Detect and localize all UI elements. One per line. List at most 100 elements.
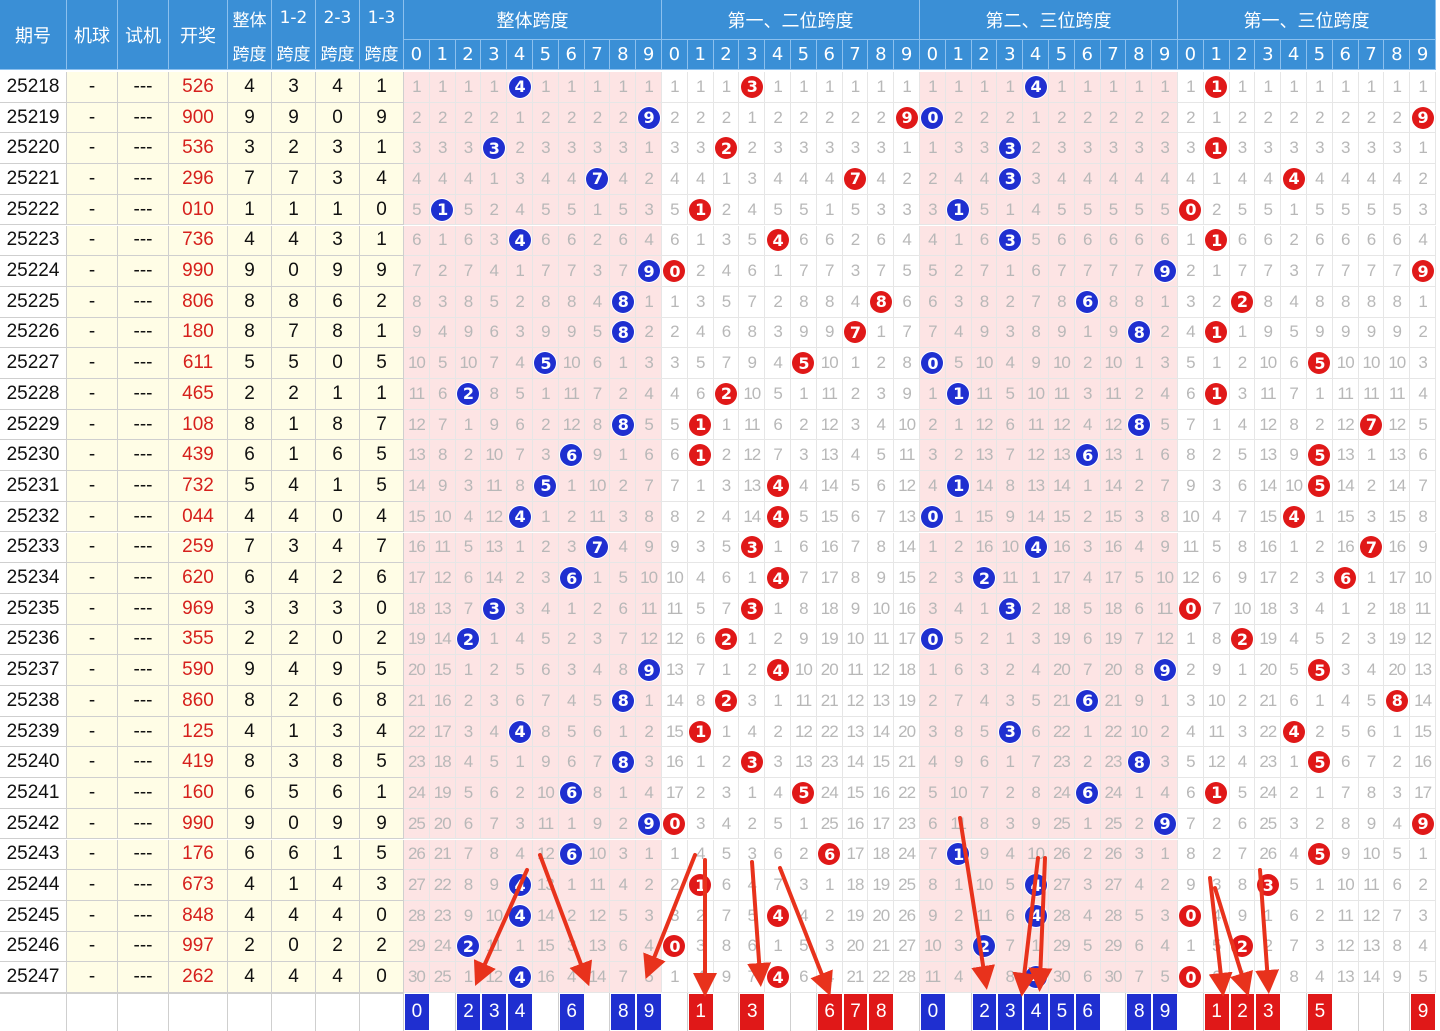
stat-blank-cell <box>429 993 456 1031</box>
digit-header[interactable]: 8 <box>1384 40 1411 70</box>
digit-header[interactable]: 6 <box>558 40 585 70</box>
header-span_13-bottom[interactable]: 跨度 <box>360 36 404 70</box>
hit-cell: 3 <box>481 593 508 625</box>
header-span_all-bottom[interactable]: 跨度 <box>228 36 272 70</box>
miss-count-cell: 1 <box>713 72 740 103</box>
header-span_23-top[interactable]: 2-3 <box>316 0 360 36</box>
digit-header[interactable]: 7 <box>1100 40 1127 70</box>
miss-count-cell: 5 <box>584 686 611 717</box>
miss-count-cell: 19 <box>842 900 869 932</box>
miss-count-cell: 22 <box>894 778 920 809</box>
miss-count-cell: 9 <box>455 317 482 349</box>
digit-header[interactable]: 4 <box>507 40 533 70</box>
digit-header[interactable]: 4 <box>765 40 791 70</box>
digit-header[interactable]: 6 <box>1074 40 1101 70</box>
row-span-value: 4 <box>228 900 272 932</box>
header-span_23-bottom[interactable]: 跨度 <box>316 36 360 70</box>
digit-header[interactable]: 1 <box>1203 40 1230 70</box>
stat-highlight-cell: 2 <box>1230 994 1255 1030</box>
row-span-value: 7 <box>228 164 272 195</box>
hit-ball: 1 <box>431 198 454 221</box>
digit-header[interactable]: 0 <box>662 40 688 70</box>
miss-count-cell: 2 <box>1203 839 1230 871</box>
digit-header[interactable]: 1 <box>687 40 714 70</box>
miss-count-cell: 15 <box>429 655 456 686</box>
miss-count-cell: 3 <box>1332 133 1359 165</box>
digit-header[interactable]: 0 <box>404 40 430 70</box>
digit-header[interactable]: 0 <box>920 40 946 70</box>
digit-header[interactable]: 9 <box>1152 40 1178 70</box>
miss-count-cell: 7 <box>1229 501 1256 533</box>
digit-header[interactable]: 0 <box>1178 40 1204 70</box>
hit-ball: 6 <box>1076 689 1099 712</box>
miss-count-cell: 14 <box>533 900 559 932</box>
miss-count-cell: 2 <box>1410 164 1436 195</box>
header-span_12-top[interactable]: 1-2 <box>272 0 316 36</box>
row-span-value: 1 <box>360 133 404 165</box>
header-machine[interactable]: 机球 <box>67 0 118 70</box>
group-title[interactable]: 第一、二位跨度 <box>662 0 920 40</box>
digit-header[interactable]: 7 <box>584 40 611 70</box>
miss-count-cell: 1 <box>997 256 1024 287</box>
miss-count-cell: 4 <box>1358 164 1385 195</box>
miss-count-cell: 2 <box>662 317 688 349</box>
digit-header[interactable]: 6 <box>816 40 843 70</box>
digit-header[interactable]: 5 <box>1049 40 1075 70</box>
digit-header[interactable]: 8 <box>1126 40 1153 70</box>
miss-count-cell: 8 <box>1178 440 1204 472</box>
digit-header[interactable]: 2 <box>1229 40 1256 70</box>
miss-count-cell: 5 <box>533 194 559 226</box>
digit-header[interactable]: 5 <box>1307 40 1333 70</box>
miss-count-cell: 1 <box>687 72 714 103</box>
group-title[interactable]: 第一、三位跨度 <box>1178 0 1436 40</box>
miss-count-cell: 4 <box>1281 839 1307 871</box>
row-trial: --- <box>118 286 169 318</box>
miss-count-cell: 6 <box>558 225 585 257</box>
group-title[interactable]: 第二、三位跨度 <box>920 0 1178 40</box>
row-span-value: 2 <box>228 931 272 963</box>
header-issue[interactable]: 期号 <box>0 0 67 70</box>
miss-count-cell: 3 <box>713 778 740 809</box>
digit-header[interactable]: 9 <box>894 40 920 70</box>
digit-header[interactable]: 7 <box>842 40 869 70</box>
header-span_13-top[interactable]: 1-3 <box>360 0 404 36</box>
digit-header[interactable]: 5 <box>791 40 817 70</box>
digit-header[interactable]: 2 <box>713 40 740 70</box>
digit-header[interactable]: 6 <box>1332 40 1359 70</box>
digit-header[interactable]: 8 <box>868 40 895 70</box>
header-span_12-bottom[interactable]: 跨度 <box>272 36 316 70</box>
hit-ball: 3 <box>998 720 1021 743</box>
digit-header[interactable]: 2 <box>971 40 998 70</box>
hit-ball: 0 <box>1179 966 1202 989</box>
digit-header[interactable]: 2 <box>455 40 482 70</box>
miss-count-cell: 6 <box>584 716 611 748</box>
digit-header[interactable]: 1 <box>945 40 972 70</box>
miss-count-cell: 3 <box>1126 501 1153 533</box>
miss-count-cell: 3 <box>636 900 662 932</box>
digit-header[interactable]: 3 <box>997 40 1024 70</box>
digit-header[interactable]: 7 <box>1358 40 1385 70</box>
miss-count-cell: 1 <box>1203 164 1230 195</box>
stat-blank-cell <box>228 993 272 1031</box>
group-title[interactable]: 整体跨度 <box>404 0 662 40</box>
stat-highlight-cell: 8 <box>869 994 894 1030</box>
digit-header[interactable]: 4 <box>1023 40 1049 70</box>
digit-header[interactable]: 3 <box>1255 40 1282 70</box>
row-prize: 465 <box>169 379 228 410</box>
digit-header[interactable]: 9 <box>636 40 662 70</box>
hit-ball: 2 <box>456 935 479 958</box>
header-prize[interactable]: 开奖 <box>169 0 228 70</box>
miss-count-cell: 8 <box>1281 962 1307 993</box>
row-trial: --- <box>118 593 169 625</box>
miss-count-cell: 11 <box>997 563 1024 594</box>
header-trial[interactable]: 试机 <box>118 0 169 70</box>
digit-header[interactable]: 3 <box>481 40 508 70</box>
digit-header[interactable]: 8 <box>610 40 637 70</box>
digit-header[interactable]: 5 <box>533 40 559 70</box>
digit-header[interactable]: 9 <box>1410 40 1436 70</box>
miss-count-cell: 3 <box>455 716 482 748</box>
digit-header[interactable]: 3 <box>739 40 766 70</box>
header-span_all-top[interactable]: 整体 <box>228 0 272 36</box>
digit-header[interactable]: 4 <box>1281 40 1307 70</box>
digit-header[interactable]: 1 <box>429 40 456 70</box>
